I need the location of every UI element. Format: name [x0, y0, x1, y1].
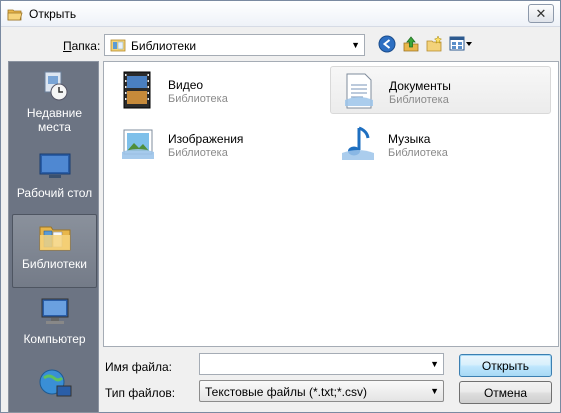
library-type: Библиотека	[389, 94, 449, 106]
window-title: Открыть	[29, 7, 77, 21]
filetype-select[interactable]: Текстовые файлы (*.txt;*.csv) ▼	[199, 380, 444, 402]
video-library-icon	[118, 70, 158, 110]
library-video[interactable]: Видео Библиотека	[110, 66, 331, 114]
place-recent[interactable]: Недавние места	[9, 68, 98, 134]
library-type: Библиотека	[388, 147, 448, 159]
libraries-icon	[37, 219, 73, 255]
new-folder-icon	[425, 34, 443, 56]
place-computer[interactable]: Компьютер	[9, 294, 98, 346]
title-bar: Открыть ✕	[1, 1, 560, 27]
close-icon: ✕	[535, 5, 547, 21]
pictures-library-icon	[118, 124, 158, 164]
place-desktop[interactable]: Рабочий стол	[9, 148, 98, 200]
library-name: Изображения	[168, 132, 244, 146]
filename-input[interactable]	[204, 355, 424, 373]
library-documents[interactable]: Документы Библиотека	[330, 66, 551, 114]
file-list: Видео Библиотека Документы Библиотека Из…	[103, 61, 559, 347]
libraries-small-icon	[110, 38, 126, 53]
network-icon	[37, 366, 73, 402]
library-type: Библиотека	[168, 93, 228, 105]
place-label: Рабочий стол	[16, 186, 93, 200]
library-type: Библиотека	[168, 147, 228, 159]
chevron-down-icon[interactable]: ▼	[430, 386, 439, 396]
library-name: Видео	[168, 78, 204, 92]
folder-open-icon	[7, 6, 23, 22]
back-arrow-icon	[378, 35, 396, 56]
library-music[interactable]: Музыка Библиотека	[330, 120, 551, 168]
place-libraries[interactable]: Библиотеки	[12, 214, 97, 288]
open-button[interactable]: Открыть	[459, 354, 552, 377]
chevron-down-icon[interactable]: ▼	[430, 359, 439, 369]
music-library-icon	[338, 124, 378, 164]
filename-label: Имя файла:	[105, 360, 172, 374]
library-name: Музыка	[388, 132, 431, 146]
cancel-button[interactable]: Отмена	[459, 381, 552, 404]
places-bar: Недавние места Рабочий стол Библиотеки К…	[8, 61, 99, 413]
chevron-down-icon[interactable]: ▼	[351, 40, 360, 50]
place-network[interactable]	[9, 366, 98, 404]
computer-icon	[37, 294, 73, 330]
view-menu-icon	[449, 35, 473, 56]
filename-combobox[interactable]: ▼	[199, 353, 444, 375]
up-folder-icon	[402, 35, 420, 56]
library-pictures[interactable]: Изображения Библиотека	[110, 120, 331, 168]
filetype-value: Текстовые файлы (*.txt;*.csv)	[205, 385, 367, 399]
place-label: Компьютер	[23, 332, 86, 346]
back-button[interactable]	[377, 35, 397, 55]
place-label: Библиотеки	[21, 257, 87, 271]
close-button[interactable]: ✕	[528, 4, 554, 23]
views-menu-button[interactable]	[448, 35, 474, 55]
recent-places-icon	[37, 68, 73, 104]
desktop-icon	[37, 148, 73, 184]
place-label: Недавние места	[26, 106, 83, 134]
library-name: Документы	[389, 79, 451, 93]
new-folder-button[interactable]	[424, 34, 444, 56]
documents-library-icon	[339, 71, 379, 111]
lookin-value: Библиотеки	[131, 39, 197, 53]
lookin-label: Папка:	[63, 39, 101, 53]
open-file-dialog: Открыть ✕ Папка: Библиотеки ▼ Недавние м…	[0, 0, 561, 413]
lookin-combobox[interactable]: Библиотеки ▼	[104, 34, 365, 56]
up-folder-button[interactable]	[401, 35, 421, 55]
filetype-label: Тип файлов:	[105, 386, 176, 400]
